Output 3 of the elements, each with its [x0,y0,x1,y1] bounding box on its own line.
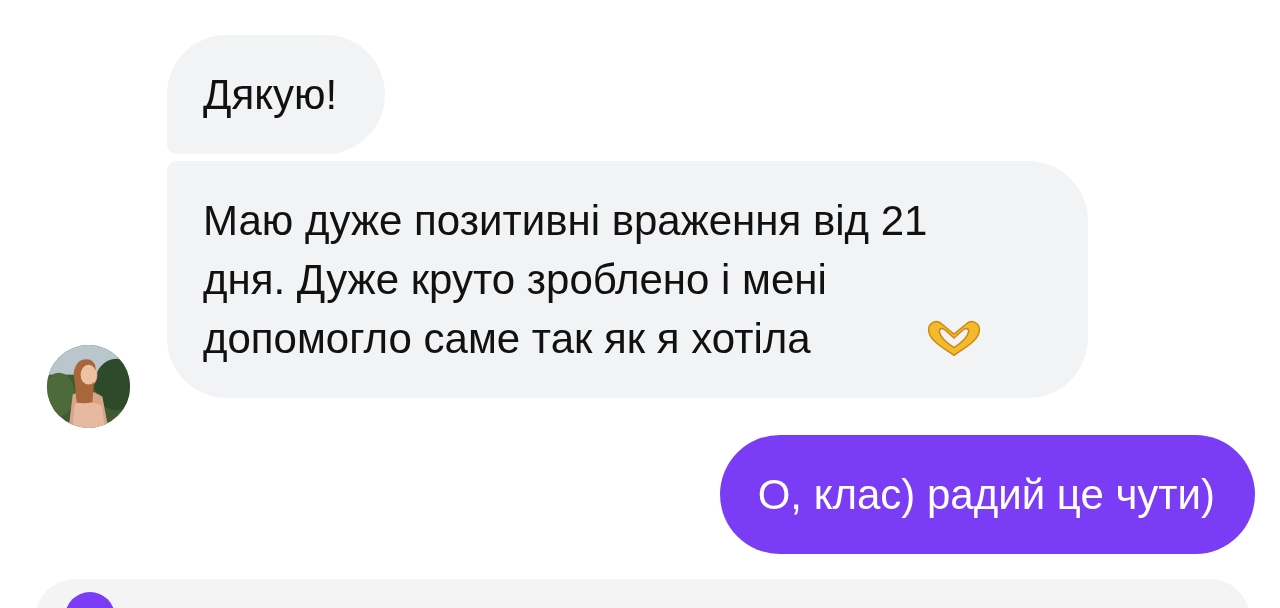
message-text: О, клас) радий це чути) [757,471,1215,518]
message-text: Дякую! [203,70,338,120]
message-text: Маю дуже позитивні враження від 21 дня. Дуже круто зроблено і мені допомогло саме так як я хотіла [203,196,929,364]
